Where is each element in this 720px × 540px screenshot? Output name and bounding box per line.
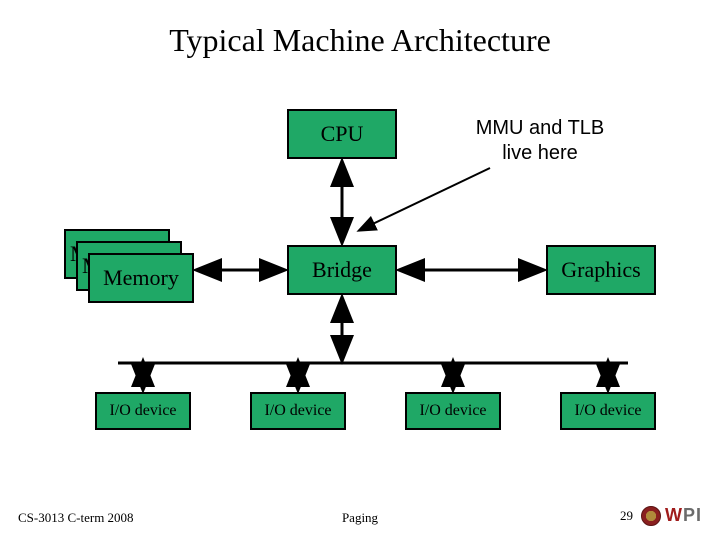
io-device-1-label: I/O device [109,402,176,420]
wpi-logo: WPI [641,505,702,526]
mmu-annotation-line2: live here [502,142,578,164]
io-device-3-box: I/O device [405,392,501,430]
io-device-1-box: I/O device [95,392,191,430]
graphics-box: Graphics [546,245,656,295]
cpu-label: CPU [321,121,364,147]
wpi-seal-icon [641,506,661,526]
bridge-label: Bridge [312,257,372,283]
io-device-3-label: I/O device [419,402,486,420]
io-device-2-label: I/O device [264,402,331,420]
wpi-wordmark: WPI [665,505,702,526]
memory-box: Memory [88,253,194,303]
io-device-4-label: I/O device [574,402,641,420]
io-device-4-box: I/O device [560,392,656,430]
graphics-label: Graphics [561,257,640,283]
mmu-annotation-line1: MMU and TLB [476,117,605,139]
cpu-box: CPU [287,109,397,159]
memory-label: Memory [103,265,179,291]
io-device-2-box: I/O device [250,392,346,430]
slide-footer: CS-3013 C-term 2008 Paging 29 WPI [0,500,720,526]
footer-topic: Paging [0,510,720,526]
architecture-diagram: CPU MMU and TLB live here M M Memory Bri… [0,0,720,540]
bridge-box: Bridge [287,245,397,295]
slide-number: 29 [620,508,633,524]
footer-right-group: 29 WPI [620,505,702,526]
mmu-annotation: MMU and TLB live here [450,116,630,166]
